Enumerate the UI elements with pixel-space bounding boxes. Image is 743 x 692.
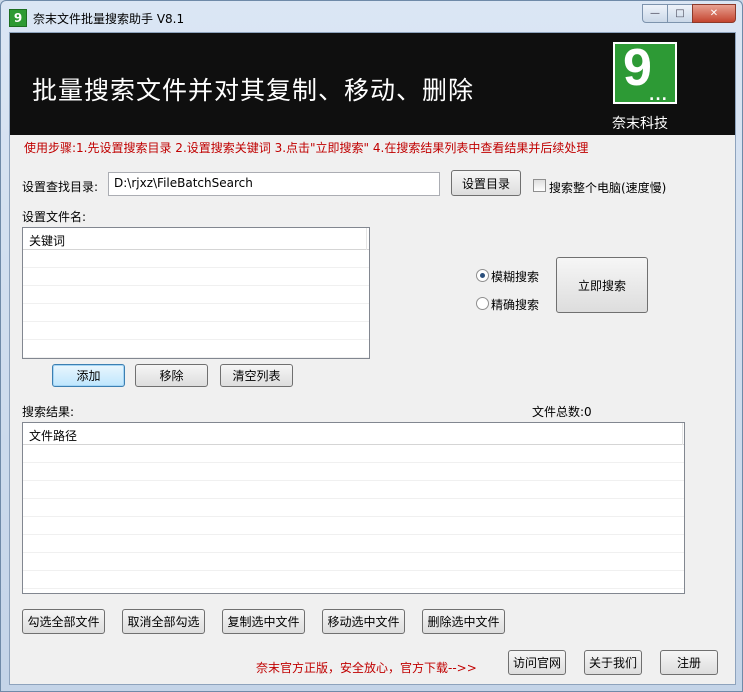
table-row	[23, 445, 684, 463]
search-now-button[interactable]: 立即搜索	[556, 257, 648, 313]
whole-pc-label[interactable]: 搜索整个电脑(速度慢)	[549, 179, 666, 196]
official-promo-text: 奈末官方正版，安全放心，官方下载-->>	[256, 661, 477, 675]
remove-keyword-button[interactable]: 移除	[135, 364, 208, 387]
clear-list-button[interactable]: 清空列表	[220, 364, 293, 387]
move-selected-button[interactable]: 移动选中文件	[322, 609, 405, 634]
exact-search-radio[interactable]	[476, 297, 489, 310]
table-row	[23, 571, 684, 589]
fuzzy-search-label[interactable]: 模糊搜索	[491, 268, 539, 285]
table-row	[23, 553, 684, 571]
delete-selected-button[interactable]: 删除选中文件	[422, 609, 505, 634]
table-row	[23, 517, 684, 535]
keyword-column-header[interactable]: 关键词	[23, 228, 367, 250]
total-count-label: 文件总数:0	[532, 403, 592, 420]
brand-logo: 9 ...	[613, 39, 677, 104]
total-count-caption: 文件总数:	[532, 405, 585, 419]
logo-dots: ...	[649, 88, 668, 104]
maximize-button[interactable]: □	[667, 4, 693, 23]
results-label: 搜索结果:	[22, 405, 75, 419]
list-item	[23, 322, 369, 340]
usage-steps: 使用步骤:1.先设置搜索目录 2.设置搜索关键词 3.点击"立即搜索" 4.在搜…	[24, 141, 589, 155]
file-path-column-header[interactable]: 文件路径	[23, 423, 683, 445]
logo-nine-glyph: 9	[623, 39, 652, 97]
window-controls: — □ ✕	[642, 4, 736, 24]
results-list-header: 文件路径	[23, 423, 684, 445]
minimize-button[interactable]: —	[642, 4, 668, 23]
app-window: 9 奈末文件批量搜索助手 V8.1 — □ ✕ 批量搜索文件并对其复制、移动、删…	[0, 0, 743, 692]
header-banner: 批量搜索文件并对其复制、移动、删除 9 ... 奈末科技	[10, 33, 735, 135]
copy-selected-button[interactable]: 复制选中文件	[222, 609, 305, 634]
list-item	[23, 304, 369, 322]
fuzzy-search-radio[interactable]	[476, 269, 489, 282]
window-title: 奈末文件批量搜索助手 V8.1	[33, 12, 185, 26]
filename-label: 设置文件名:	[22, 210, 87, 224]
list-item	[23, 268, 369, 286]
app-icon: 9	[9, 9, 27, 27]
results-list[interactable]: 文件路径	[22, 422, 685, 594]
list-item	[23, 250, 369, 268]
directory-label: 设置查找目录:	[22, 180, 99, 194]
title-bar[interactable]: 9 奈末文件批量搜索助手 V8.1 — □ ✕	[1, 1, 742, 32]
register-button[interactable]: 注册	[660, 650, 718, 675]
total-count-value: 0	[584, 405, 592, 419]
directory-input[interactable]: D:\rjxz\FileBatchSearch	[108, 172, 440, 196]
check-all-button[interactable]: 勾选全部文件	[22, 609, 105, 634]
whole-pc-checkbox[interactable]	[533, 179, 546, 192]
add-keyword-button[interactable]: 添加	[52, 364, 125, 387]
table-row	[23, 463, 684, 481]
table-row	[23, 535, 684, 553]
about-us-button[interactable]: 关于我们	[584, 650, 642, 675]
close-button[interactable]: ✕	[692, 4, 736, 23]
keyword-list-header: 关键词	[23, 228, 369, 250]
banner-title: 批量搜索文件并对其复制、移动、删除	[32, 76, 475, 105]
table-row	[23, 499, 684, 517]
main-panel: 批量搜索文件并对其复制、移动、删除 9 ... 奈末科技 使用步骤:1.先设置搜…	[9, 32, 736, 685]
set-directory-button[interactable]: 设置目录	[451, 170, 521, 196]
brand-caption: 奈末科技	[612, 116, 668, 132]
uncheck-all-button[interactable]: 取消全部勾选	[122, 609, 205, 634]
exact-search-label[interactable]: 精确搜索	[491, 296, 539, 313]
list-item	[23, 286, 369, 304]
list-item	[23, 340, 369, 358]
visit-website-button[interactable]: 访问官网	[508, 650, 566, 675]
table-row	[23, 481, 684, 499]
keyword-list[interactable]: 关键词	[22, 227, 370, 359]
